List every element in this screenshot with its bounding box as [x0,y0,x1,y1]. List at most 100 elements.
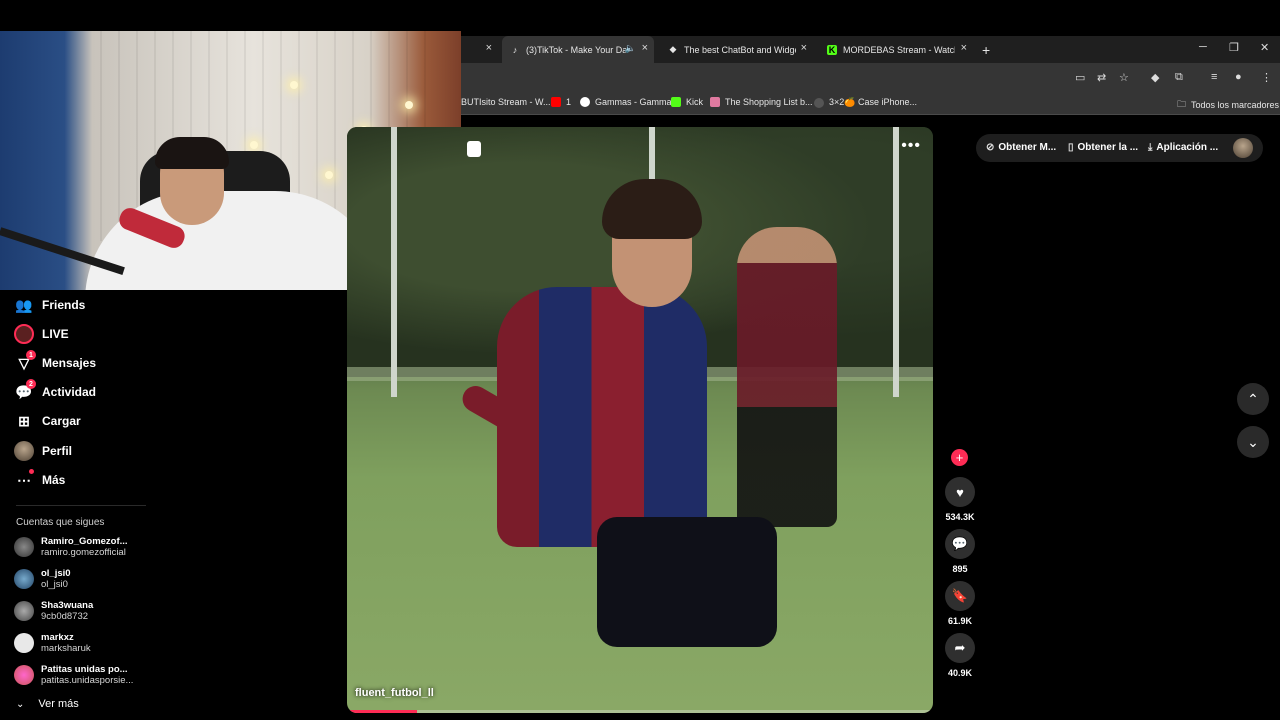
tab-chatbot[interactable]: ◆ The best ChatBot and Widgets × [666,36,811,63]
video-progress-fill [347,710,418,713]
previous-video-button[interactable]: ⌃ [1237,383,1269,415]
tab-close-icon[interactable]: × [642,42,648,54]
avatar [14,601,34,621]
chevron-down-icon: ⌄ [1247,433,1259,450]
youtube-icon [551,97,561,107]
comment-count: 895 [952,564,968,574]
string-light [325,171,333,179]
video-top-marker [467,141,481,157]
avatar [14,537,34,557]
streamer-hair [155,137,229,169]
close-window-icon[interactable]: ✕ [1260,41,1269,54]
tab-close-icon[interactable]: × [486,42,492,54]
bookmark-star-icon[interactable]: ☆ [1119,71,1129,84]
bookmarks-bar: BUTIsito Stream - W... 1 Gammas - Gamma … [461,91,1280,115]
chevron-down-icon: ⌄ [16,698,25,710]
speaker-icon[interactable]: 🔈 [625,43,636,54]
bookmark-icon: 🔖 [951,588,969,603]
profile-icon[interactable]: ● [1235,71,1242,83]
minimize-icon[interactable]: ─ [1199,41,1207,53]
video-progress-track[interactable] [347,710,933,713]
download-icon: ⤓ [1148,142,1153,153]
video-player-jersey [497,287,707,547]
get-coins-button[interactable]: ⊘ Obtener M... [986,142,1056,153]
bookmark-shopping-list[interactable]: The Shopping List b... [710,97,813,107]
comment-button[interactable]: 💬 [945,529,975,559]
sidebar-item-more[interactable]: ⋯ Más [14,469,65,491]
string-light [250,141,258,149]
folder-icon: 🗀 [1177,99,1187,109]
google-icon [580,97,590,107]
messages-badge: 1 [26,350,36,360]
streamelements-icon: ◆ [669,44,677,54]
video-player-shorts [597,517,777,647]
restore-icon[interactable]: ❐ [1229,41,1239,54]
save-button[interactable]: 🔖 [945,581,975,611]
more-icon: ⋯ [14,469,34,490]
tab-tiktok[interactable]: ♪ (3)TikTok - Make Your Day 🔈 × [502,36,654,63]
sidebar-item-activity[interactable]: 💬 2 Actividad [14,379,96,403]
all-bookmarks[interactable]: 🗀 Todos los marcadores [1177,97,1279,113]
comment-icon: 💬 [951,536,969,551]
follow-plus-icon[interactable]: + [951,449,968,466]
avatar [14,665,34,685]
tab-mordebas[interactable]: K MORDEBAS Stream - Watch Live × [825,36,971,63]
share-button[interactable]: ➦ [945,633,975,663]
desktop-app-button[interactable]: ⤓ Aplicación ... [1148,142,1218,153]
activity-icon: 💬 2 [14,379,36,402]
followed-account[interactable]: Sha3wuana 9cb0d8732 [14,600,93,622]
user-avatar[interactable] [1233,138,1253,158]
like-button[interactable]: ♥ [945,477,975,507]
see-more-button[interactable]: ⌄ Ver más [16,698,79,710]
translate-icon[interactable]: ⇄ [1097,71,1106,84]
heart-icon: ♥ [956,484,964,500]
sidebar-item-profile[interactable]: Perfil [14,440,72,462]
bookmark-youtube[interactable]: 1 [551,97,571,107]
sidebar-item-messages[interactable]: ▽ 1 Mensajes [14,350,96,374]
bookmark-case-iphone[interactable]: 3×2🍊 Case iPhone... [814,97,917,108]
get-app-button[interactable]: ▯ Obtener la ... [1068,142,1138,153]
sidebar-item-live[interactable]: LIVE [14,323,69,345]
new-tab-button[interactable]: + [982,36,996,63]
tab-close-icon[interactable]: × [801,42,807,54]
bookmark-gammas[interactable]: Gammas - Gamma [580,97,672,107]
more-options-icon[interactable]: ••• [901,137,921,155]
address-bar: ▭ ⇄ ☆ ◆ ⧉ ≡ ● ⋮ [461,63,1280,91]
shopping-list-icon [710,97,720,107]
menu-kebab-icon[interactable]: ⋮ [1261,71,1272,84]
upload-icon: ⊞ [18,412,30,429]
bookmark-butisito[interactable]: BUTIsito Stream - W... [461,97,551,107]
cast-icon[interactable]: ▭ [1075,71,1085,84]
video-post [391,127,397,397]
followed-account[interactable]: markxz marksharuk [14,632,91,654]
video-background-player [737,227,837,527]
sidebar-item-upload[interactable]: ⊞ Cargar [14,410,81,432]
followed-account[interactable]: Patitas unidas po... patitas.unidasporsie… [14,664,133,686]
sidebar-item-friends[interactable]: 👥 Friends [14,294,85,316]
bookmark-kick[interactable]: Kick [671,97,703,107]
video-player[interactable]: ••• fluent_futbol_ll [347,127,933,713]
video-author[interactable]: fluent_futbol_ll [355,687,434,699]
video-post [893,127,899,397]
like-count: 534.3K [945,512,975,522]
top-actions-bar: ⊘ Obtener M... ▯ Obtener la ... ⤓ Aplica… [976,134,1263,162]
following-title: Cuentas que sigues [16,517,105,528]
avatar [14,633,34,653]
coin-icon: ⊘ [986,142,995,153]
share-icon: ➦ [954,640,966,655]
phone-icon: ▯ [1068,142,1074,153]
tiktok-sidebar: 👥 Friends LIVE ▽ 1 Mensajes 💬 2 Actividad … [0,290,346,720]
media-control-icon[interactable]: ≡ [1211,71,1217,83]
browser-tab-bar: × ♪ (3)TikTok - Make Your Day 🔈 × ◆ The … [461,36,1280,63]
extensions-puzzle-icon[interactable]: ⧉ [1175,71,1183,84]
extension-diamond-icon[interactable]: ◆ [1151,71,1159,84]
followed-account[interactable]: Ramiro_Gomezof... ramiro.gomezofficial [14,536,128,558]
share-count: 40.9K [947,668,973,678]
followed-account[interactable]: ol_jsi0 ol_jsi0 [14,568,71,590]
profile-avatar [14,441,34,461]
tab-close-icon[interactable]: × [961,42,967,54]
friends-icon: 👥 [15,296,33,313]
tab-hidden[interactable]: × [461,36,496,63]
next-video-button[interactable]: ⌄ [1237,426,1269,458]
tiktok-icon: ♪ [512,44,518,55]
